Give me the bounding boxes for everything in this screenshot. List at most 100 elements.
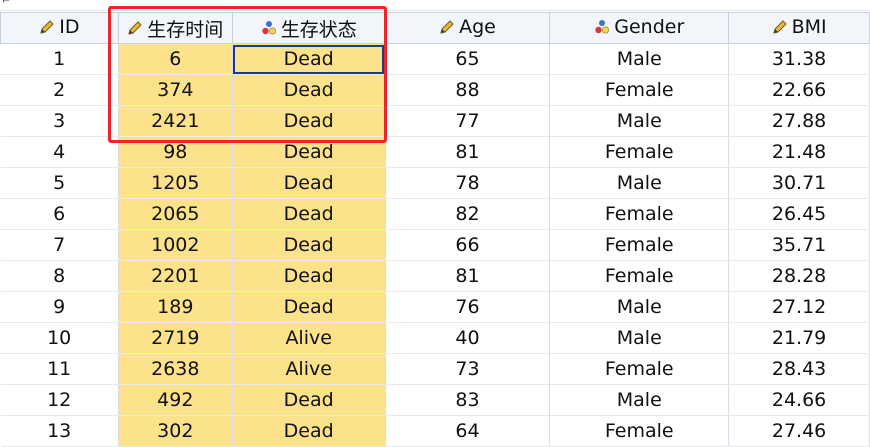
top-strip: ⌐ [0,0,870,11]
cell-age[interactable]: 64 [385,415,551,447]
column-header-age[interactable]: Age [384,12,551,44]
cell-age[interactable]: 66 [385,229,551,261]
cell-survival_status[interactable]: Dead [232,136,386,168]
pencil-icon [40,20,54,34]
cell-survival_time[interactable]: 98 [118,136,233,168]
table-row: 12 492 Dead 83 Male 24.66 [0,384,870,416]
cell-bmi[interactable]: 27.46 [728,415,870,447]
cell-age[interactable]: 82 [385,198,551,230]
column-header-content: Age [439,16,496,38]
pencil-icon [128,21,142,35]
cell-survival_time[interactable]: 2719 [118,322,233,354]
cell-gender[interactable]: Female [549,415,730,447]
cell-survival_time[interactable]: 2421 [118,105,233,137]
cell-gender[interactable]: Male [549,105,730,137]
table-row: 9 189 Dead 76 Male 27.12 [0,291,870,323]
cell-gender[interactable]: Female [549,198,730,230]
cell-id[interactable]: 3 [0,105,119,137]
cell-survival_time[interactable]: 492 [118,384,233,416]
cell-age[interactable]: 76 [385,291,551,323]
cell-id[interactable]: 13 [0,415,119,447]
cell-bmi[interactable]: 35.71 [728,229,870,261]
cell-survival_status[interactable]: Dead [232,74,386,106]
cell-survival_status[interactable]: Dead [232,105,386,137]
column-header-label: ID [59,16,80,38]
cell-id[interactable]: 9 [0,291,119,323]
cell-survival_status[interactable]: Dead [232,260,386,292]
cell-survival_time[interactable]: 302 [118,415,233,447]
cell-gender[interactable]: Male [549,322,730,354]
cell-id[interactable]: 4 [0,136,119,168]
table-row: 5 1205 Dead 78 Male 30.71 [0,167,870,199]
cell-survival_status[interactable]: Dead [232,384,386,416]
cell-gender[interactable]: Male [549,384,730,416]
cell-gender[interactable]: Female [549,229,730,261]
cell-age[interactable]: 78 [385,167,551,199]
column-header-id[interactable]: ID [0,12,119,44]
cell-id[interactable]: 8 [0,260,119,292]
cell-bmi[interactable]: 27.12 [728,291,870,323]
column-header-survival_status[interactable]: 生存状态 [231,12,386,44]
cell-age[interactable]: 81 [385,136,551,168]
cell-survival_time[interactable]: 374 [118,74,233,106]
cell-id[interactable]: 1 [0,43,119,75]
cell-id[interactable]: 12 [0,384,119,416]
table-row: 2 374 Dead 88 Female 22.66 [0,74,870,106]
cell-survival_time[interactable]: 6 [118,43,233,75]
cell-id[interactable]: 10 [0,322,119,354]
cell-age[interactable]: 88 [385,74,551,106]
cell-gender[interactable]: Female [549,74,730,106]
cell-bmi[interactable]: 27.88 [728,105,870,137]
cell-gender[interactable]: Male [549,43,730,75]
column-header-label: Age [459,16,496,38]
nominal-icon [261,21,276,35]
cell-gender[interactable]: Female [549,353,730,385]
cell-survival_time[interactable]: 1205 [118,167,233,199]
cell-age[interactable]: 81 [385,260,551,292]
cell-bmi[interactable]: 28.43 [728,353,870,385]
cell-gender[interactable]: Female [549,260,730,292]
selected-cell[interactable]: Dead [232,43,386,75]
cell-bmi[interactable]: 21.79 [728,322,870,354]
cell-id[interactable]: 11 [0,353,119,385]
cell-age[interactable]: 73 [385,353,551,385]
cell-bmi[interactable]: 21.48 [728,136,870,168]
cell-survival_time[interactable]: 1002 [118,229,233,261]
cell-bmi[interactable]: 30.71 [728,167,870,199]
cell-survival_status[interactable]: Dead [232,198,386,230]
cell-id[interactable]: 5 [0,167,119,199]
column-header-gender[interactable]: Gender [549,12,730,44]
cell-survival_status[interactable]: Dead [232,229,386,261]
cell-id[interactable]: 7 [0,229,119,261]
cell-age[interactable]: 83 [385,384,551,416]
column-header-survival_time[interactable]: 生存时间 [117,12,233,44]
cell-survival_status[interactable]: Alive [232,353,386,385]
cell-survival_status[interactable]: Dead [232,167,386,199]
cell-survival_status[interactable]: Dead [232,415,386,447]
cell-survival_time[interactable]: 2201 [118,260,233,292]
column-header-content: ID [39,16,80,38]
cell-bmi[interactable]: 26.45 [728,198,870,230]
cell-gender[interactable]: Female [549,136,730,168]
table-row: 10 2719 Alive 40 Male 21.79 [0,322,870,354]
cell-id[interactable]: 2 [0,74,119,106]
cell-survival_time[interactable]: 189 [118,291,233,323]
cell-bmi[interactable]: 24.66 [728,384,870,416]
cell-age[interactable]: 65 [385,43,551,75]
cell-bmi[interactable]: 28.28 [728,260,870,292]
cell-age[interactable]: 40 [385,322,551,354]
cell-bmi[interactable]: 31.38 [728,43,870,75]
cell-bmi[interactable]: 22.66 [728,74,870,106]
cell-gender[interactable]: Male [549,291,730,323]
table-row: 6 2065 Dead 82 Female 26.45 [0,198,870,230]
cell-gender[interactable]: Male [549,167,730,199]
nominal-icon [595,20,610,34]
cell-id[interactable]: 6 [0,198,119,230]
cell-survival_time[interactable]: 2638 [118,353,233,385]
cell-age[interactable]: 77 [385,105,551,137]
cell-survival_status[interactable]: Dead [232,291,386,323]
cell-survival_time[interactable]: 2065 [118,198,233,230]
column-header-bmi[interactable]: BMI [728,12,870,44]
cell-survival_status[interactable]: Alive [232,322,386,354]
pencil-icon [772,20,787,34]
